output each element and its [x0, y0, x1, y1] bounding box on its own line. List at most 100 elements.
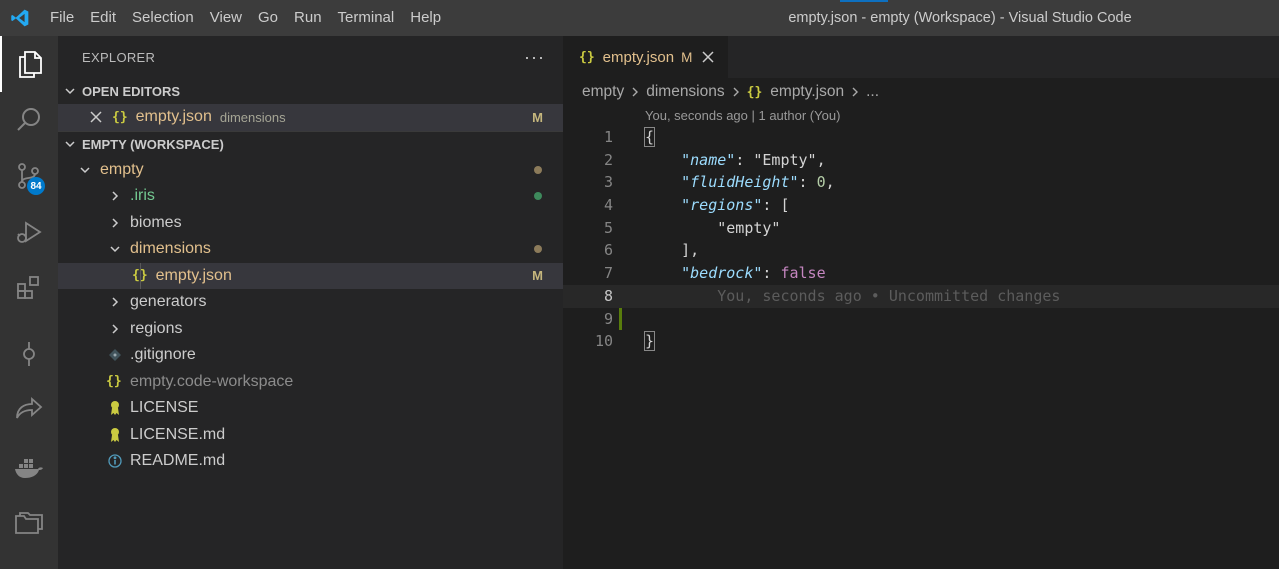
- code-editor[interactable]: 1 { 2 "name": "Empty", 3 "fluidHeight": …: [563, 126, 1279, 353]
- close-icon[interactable]: [90, 111, 102, 123]
- tree-item-generators[interactable]: generators: [58, 289, 563, 316]
- vscode-logo-icon: [0, 0, 40, 36]
- menu-bar: File Edit Selection View Go Run Terminal…: [42, 0, 449, 36]
- chevron-right-icon: [106, 296, 124, 308]
- tab-modified-badge: M: [681, 49, 693, 65]
- chevron-right-icon: [106, 190, 124, 202]
- info-icon: [106, 454, 124, 468]
- code-line-current: 8 You, seconds ago • Uncommitted changes: [563, 284, 1279, 308]
- tree-item-license-md[interactable]: LICENSE.md: [58, 422, 563, 449]
- menu-help[interactable]: Help: [402, 0, 449, 36]
- line-number: 5: [603, 218, 613, 237]
- json-sep: :: [735, 150, 754, 169]
- json-key: "name": [681, 150, 736, 169]
- chevron-down-icon: [58, 85, 82, 97]
- extensions-icon[interactable]: [0, 260, 58, 316]
- modified-dot: [534, 165, 542, 174]
- tree-item-code-workspace[interactable]: {} empty.code-workspace: [58, 369, 563, 396]
- code-line: 4 "regions": [: [563, 194, 1279, 217]
- menu-run[interactable]: Run: [286, 0, 330, 36]
- tree-item-biomes[interactable]: biomes: [58, 210, 563, 237]
- more-actions-button[interactable]: ···: [524, 47, 545, 68]
- json-sep: :: [798, 173, 817, 192]
- tree-label: LICENSE.md: [130, 425, 226, 443]
- untracked-dot: [534, 192, 542, 201]
- license-icon: [106, 427, 124, 443]
- explorer-icon[interactable]: [0, 36, 58, 92]
- codelens-blame[interactable]: You, seconds ago | 1 author (You): [645, 108, 840, 123]
- git-file-icon: [106, 349, 124, 362]
- code-line: 3 "fluidHeight": 0,: [563, 171, 1279, 194]
- code-text: "regions": [: [645, 194, 789, 217]
- menu-view[interactable]: View: [202, 0, 250, 36]
- inline-blame: You, seconds ago • Uncommitted changes: [645, 285, 1060, 308]
- menu-selection[interactable]: Selection: [124, 0, 202, 36]
- json-tail: ,: [825, 173, 835, 192]
- json-value: "Empty": [753, 150, 817, 169]
- tree-item-dimensions[interactable]: dimensions: [58, 236, 563, 263]
- close-icon[interactable]: [702, 51, 714, 63]
- workspace-header[interactable]: EMPTY (WORKSPACE): [58, 130, 563, 157]
- folder-icon[interactable]: [0, 496, 58, 552]
- search-icon[interactable]: [0, 92, 58, 148]
- chevron-right-icon: [731, 86, 741, 98]
- code-line: 9: [563, 308, 1279, 331]
- workspace-label: EMPTY (WORKSPACE): [82, 136, 224, 152]
- code-text: {: [643, 126, 656, 149]
- json-file-icon: {}: [746, 84, 763, 100]
- explorer-sidebar: EXPLORER ··· OPEN EDITORS {} empty.json …: [58, 36, 563, 569]
- open-editor-item[interactable]: {} empty.json dimensions M: [58, 104, 563, 131]
- line-number: 7: [603, 264, 613, 283]
- chevron-down-icon: [58, 138, 82, 150]
- open-editor-description: dimensions: [219, 109, 286, 125]
- window-title: empty.json - empty (Workspace) - Visual …: [788, 10, 1132, 26]
- breadcrumb-item[interactable]: dimensions: [646, 83, 724, 101]
- tree-item-empty-json[interactable]: {} empty.json M: [58, 262, 563, 289]
- docker-icon[interactable]: [0, 440, 58, 496]
- menu-go[interactable]: Go: [250, 0, 286, 36]
- inline-blame-text: You, seconds ago • Uncommitted changes: [717, 286, 1061, 305]
- json-key: "bedrock": [681, 264, 763, 283]
- code-text: "name": "Empty",: [645, 149, 826, 172]
- tree-item-license[interactable]: LICENSE: [58, 395, 563, 422]
- modified-badge: M: [532, 268, 543, 284]
- tree-item-iris[interactable]: .iris: [58, 183, 563, 210]
- json-tail: ,: [816, 150, 826, 169]
- tree-label: empty.json: [155, 266, 232, 284]
- tree-item-gitignore[interactable]: .gitignore: [58, 342, 563, 369]
- tree-item-regions[interactable]: regions: [58, 316, 563, 343]
- breadcrumb-item[interactable]: empty.json: [770, 83, 844, 101]
- git-graph-icon[interactable]: [0, 326, 58, 382]
- menu-terminal[interactable]: Terminal: [330, 0, 403, 36]
- tab-empty-json[interactable]: {} empty.json M: [563, 36, 728, 78]
- tree-label: LICENSE: [130, 399, 199, 417]
- explorer-header: EXPLORER ···: [58, 36, 563, 78]
- remote-share-icon[interactable]: [0, 382, 58, 438]
- scm-badge: 84: [27, 177, 45, 195]
- explorer-title: EXPLORER: [82, 49, 156, 65]
- line-number: 3: [603, 173, 613, 192]
- tree-item-empty[interactable]: empty: [58, 157, 563, 184]
- title-bar: File Edit Selection View Go Run Terminal…: [0, 0, 1279, 36]
- open-editors-header[interactable]: OPEN EDITORS: [58, 78, 563, 104]
- run-debug-icon[interactable]: [0, 204, 58, 260]
- modified-dot: [534, 245, 542, 254]
- json-file-icon: {}: [579, 49, 595, 65]
- breadcrumb-item[interactable]: ...: [866, 83, 879, 101]
- tree-label: .iris: [130, 187, 155, 205]
- code-text: "bedrock": false: [645, 262, 826, 285]
- indent-guide: [140, 262, 141, 289]
- chevron-right-icon: [850, 86, 860, 98]
- breadcrumb-item[interactable]: empty: [582, 83, 624, 101]
- json-key: "regions": [681, 196, 763, 215]
- source-control-icon[interactable]: 84: [0, 148, 58, 204]
- chevron-down-icon: [106, 243, 124, 255]
- bracket-close: }: [643, 331, 656, 352]
- menu-edit[interactable]: Edit: [82, 0, 124, 36]
- tree-label: README.md: [130, 452, 226, 470]
- open-editor-name: empty.json: [135, 108, 212, 126]
- code-text: "empty": [645, 218, 781, 237]
- menu-file[interactable]: File: [42, 0, 82, 36]
- tree-item-readme[interactable]: README.md: [58, 448, 563, 475]
- chevron-right-icon: [630, 86, 640, 98]
